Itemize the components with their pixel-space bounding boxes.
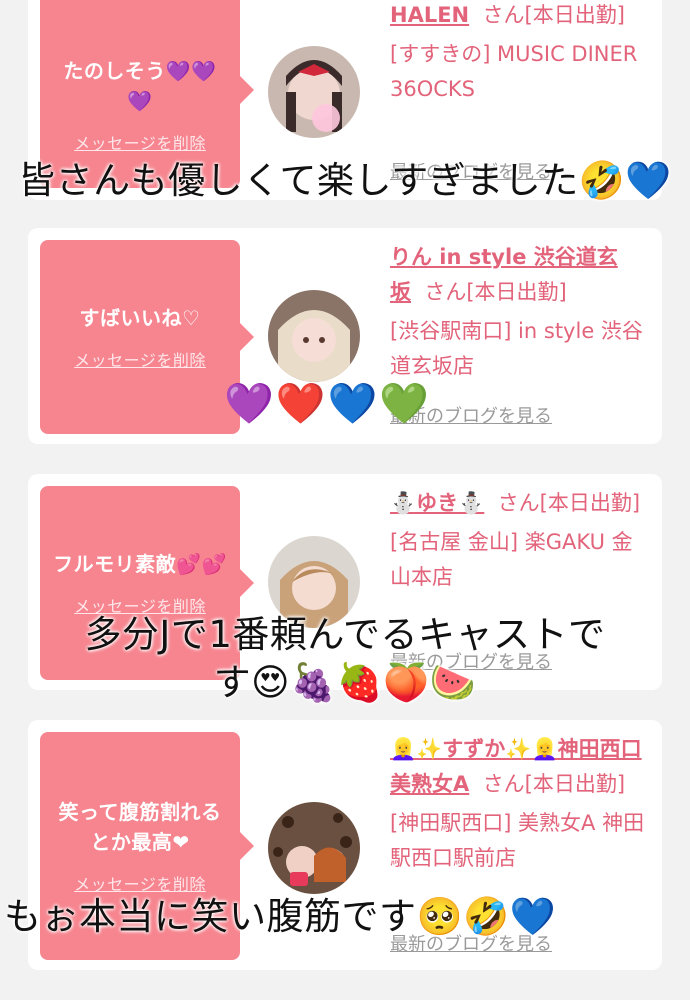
delete-message-link[interactable]: メッセージを削除 — [74, 347, 206, 371]
message-text: フルモリ素敵💕💕 — [53, 552, 227, 576]
cast-name-link[interactable]: HALEN — [390, 3, 469, 27]
cast-info: りん in style 渋谷道玄坂 さん[本日出勤] [渋谷駅南口] in st… — [390, 240, 652, 384]
shop-area: [神田駅西口] 美熟女A 神田駅西口駅前店 — [390, 811, 645, 870]
overlay-caption: 多分Jで1番頼んでるキャストで — [84, 613, 606, 656]
message-text: すばいいね♡ — [79, 306, 201, 330]
overlay-caption: 皆さんも優しくて楽しすぎました🤣💙 — [18, 159, 672, 202]
shop-area: [名古屋 金山] 楽GAKU 金山本店 — [390, 530, 633, 589]
overlay-caption: す😍🍇🍓🍑🍉 — [213, 661, 477, 704]
cast-status: さん[本日出勤] — [497, 491, 641, 515]
cast-status: さん[本日出勤] — [482, 3, 625, 27]
cast-avatar[interactable] — [268, 46, 360, 138]
cast-info: 👱‍♀️✨すずか✨👱‍♀️神田西口美熟女A さん[本日出勤] [神田駅西口] 美… — [390, 732, 652, 876]
hearts-emoji-overlay: 💜❤️💙💚 — [224, 381, 432, 427]
cast-name-link[interactable]: ⛄ゆき⛄ — [390, 491, 484, 515]
shop-area: [すすきの] MUSIC DINER 36OCKS — [390, 42, 638, 101]
shop-area: [渋谷駅南口] in style 渋谷道玄坂店 — [390, 319, 643, 378]
cast-avatar[interactable] — [268, 802, 360, 894]
delete-message-link[interactable]: メッセージを削除 — [74, 130, 206, 154]
message-bubble: すばいいね♡ メッセージを削除 — [40, 240, 254, 434]
cast-status: さん[本日出勤] — [482, 772, 626, 796]
delete-message-link[interactable]: メッセージを削除 — [74, 871, 206, 895]
message-text: たのしそう💜💜💜 — [63, 59, 217, 113]
cast-avatar[interactable] — [268, 290, 360, 382]
message-history-page: たのしそう💜💜💜 メッセージを削除 HALEN さん[本日出勤] [すすきの] … — [0, 0, 690, 1000]
message-text: 笑って腹筋割れるとか最高❤ — [58, 800, 222, 854]
cast-info: HALEN さん[本日出勤] [すすきの] MUSIC DINER 36OCKS — [390, 0, 652, 107]
overlay-caption: もぉ本当に笑い腹筋です🥺🤣💙 — [4, 895, 557, 938]
cast-info: ⛄ゆき⛄ さん[本日出勤] [名古屋 金山] 楽GAKU 金山本店 — [390, 486, 652, 595]
cast-status: さん[本日出勤] — [424, 280, 567, 304]
